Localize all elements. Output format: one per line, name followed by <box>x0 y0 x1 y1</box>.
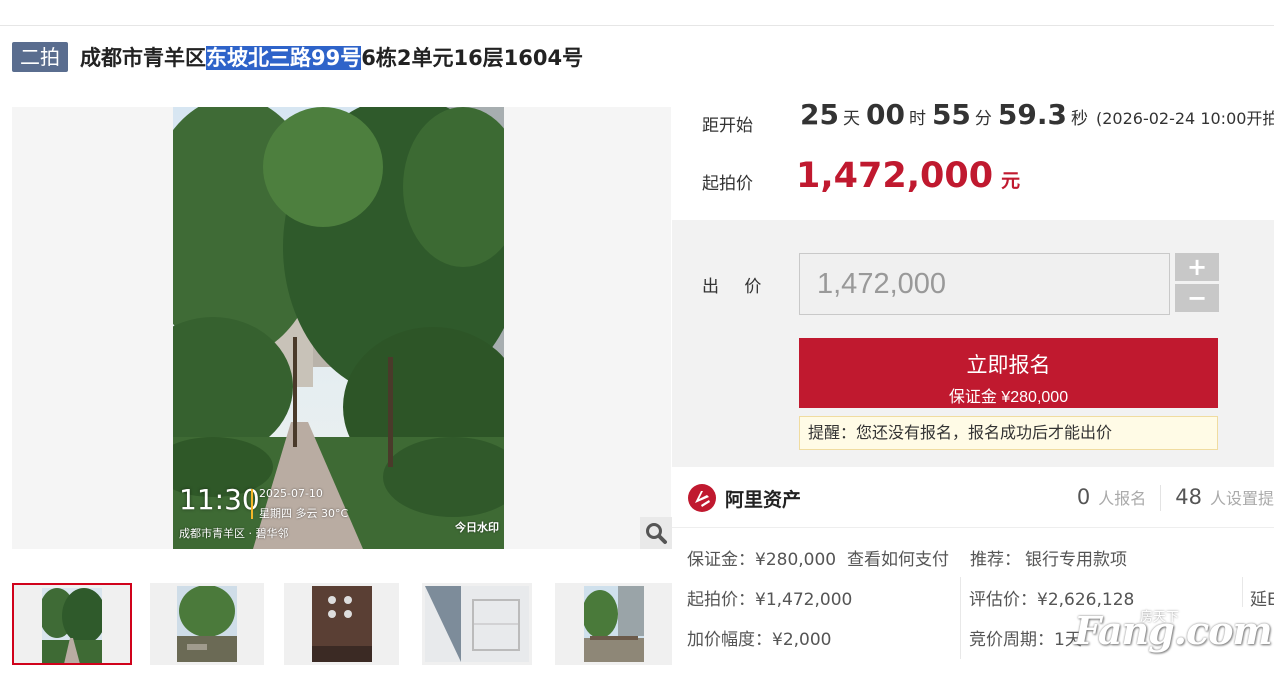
thumbnail-1[interactable] <box>12 583 132 665</box>
ali-asset-icon <box>688 484 716 512</box>
remind-count: 48 <box>1175 485 1202 509</box>
property-address: 成都市青羊区东坡北三路99号6栋2单元16层1604号 <box>80 42 583 72</box>
deposit-info: 保证金：¥280,000 <box>687 550 837 570</box>
signup-button[interactable]: 立即报名 保证金 ¥280,000 <box>799 338 1218 408</box>
bid-panel: 出 价 1,472,000 + − 立即报名 保证金 ¥280,000 提醒：您… <box>672 220 1274 467</box>
start-price-value: 1,472,000 <box>796 156 994 196</box>
round-badge: 二拍 <box>12 42 68 72</box>
thumbnail-5[interactable] <box>555 583 672 665</box>
participation-counts: 0 人报名 48 人设置提 <box>1077 485 1274 511</box>
start-price-label: 起拍价 <box>702 174 753 194</box>
countdown-days: 25 <box>800 98 839 131</box>
how-to-pay-link[interactable]: 查看如何支付 <box>847 545 949 570</box>
countdown-minutes: 55 <box>931 98 971 131</box>
address-prefix: 成都市青羊区 <box>80 46 206 70</box>
start-price: 1,472,000 元 <box>796 156 1020 196</box>
start-price-info: 起拍价：¥1,472,000 <box>687 590 853 610</box>
watermark-time: 11:30 <box>179 483 260 516</box>
signup-count-label: 人报名 <box>1098 489 1147 508</box>
evaluation-price-info: 评估价：¥2,626,128 <box>969 590 1135 610</box>
countdown-minutes-unit: 分 <box>974 109 992 129</box>
address-highlight: 东坡北三路99号 <box>206 46 362 70</box>
countdown-timer: 25 天 00 时 55 分 59.3 秒 (2026-02-24 10:00开… <box>800 98 1274 131</box>
watermark-divider <box>251 489 253 519</box>
signup-reminder: 提醒：您还没有报名，报名成功后才能出价 <box>799 416 1218 450</box>
remind-count-label: 人设置提 <box>1209 489 1274 508</box>
address-suffix: 6栋2单元16层1604号 <box>361 46 584 70</box>
thumbnail-3[interactable] <box>284 583 399 665</box>
signup-deposit: 保证金 ¥280,000 <box>948 388 1069 406</box>
main-image-viewer[interactable]: 11:30 2025-07-10 星期四 多云 30°C 成都市青羊区 · 碧华… <box>12 107 672 549</box>
countdown-hours-unit: 时 <box>908 109 926 129</box>
recommend-label: 推荐： <box>970 550 1021 570</box>
info-column-divider <box>960 577 961 659</box>
fang-watermark-small: 房天下 <box>1140 610 1180 625</box>
start-price-unit: 元 <box>1001 170 1021 192</box>
count-divider <box>1160 485 1162 511</box>
signup-count: 0 <box>1076 485 1091 509</box>
bidding-cycle-info: 竞价周期：1天 <box>969 630 1082 650</box>
thumbnail-2[interactable] <box>150 583 264 665</box>
bid-label: 出 价 <box>702 277 772 297</box>
watermark-date: 2025-07-10 <box>259 487 323 500</box>
property-photo: 11:30 2025-07-10 星期四 多云 30°C 成都市青羊区 · 碧华… <box>173 107 504 549</box>
watermark-location: 成都市青羊区 · 碧华邻 <box>179 527 289 540</box>
auction-start-time: (2026-02-24 10:00开拍 <box>1096 109 1274 128</box>
page-title: 二拍 成都市青羊区东坡北三路99号6栋2单元16层1604号 <box>12 40 583 74</box>
increment-info: 加价幅度：¥2,000 <box>687 630 832 650</box>
increase-bid-button[interactable]: + <box>1175 253 1219 281</box>
countdown-seconds-unit: 秒 <box>1071 109 1088 129</box>
countdown-hours: 00 <box>865 98 905 131</box>
info-divider <box>672 527 1274 528</box>
signup-label: 立即报名 <box>966 353 1051 377</box>
watermark-brand: 今日水印 <box>455 521 499 534</box>
thumbnail-4[interactable] <box>422 583 532 665</box>
countdown-label: 距开始 <box>702 116 753 136</box>
magnifier-icon <box>646 523 667 544</box>
top-divider <box>0 25 1274 26</box>
info-column-divider-2 <box>1242 577 1243 607</box>
watermark-weather: 星期四 多云 30°C <box>259 507 349 520</box>
platform-name: 阿里资产 <box>725 488 802 511</box>
auction-status: 距开始 25 天 00 时 55 分 59.3 秒 (2026-02-24 10… <box>672 90 1274 220</box>
countdown-days-unit: 天 <box>842 109 860 129</box>
decrease-bid-button[interactable]: − <box>1175 284 1219 312</box>
extension-info: 延E <box>1250 590 1274 610</box>
platform-logo[interactable]: 阿里资产 <box>687 483 801 513</box>
thumbnail-strip <box>12 583 672 665</box>
countdown-seconds: 59.3 <box>997 98 1067 131</box>
bank-payment-link[interactable]: 银行专用款项 <box>1025 545 1127 570</box>
bid-amount-input[interactable]: 1,472,000 <box>799 253 1170 315</box>
zoom-button[interactable] <box>640 517 672 549</box>
